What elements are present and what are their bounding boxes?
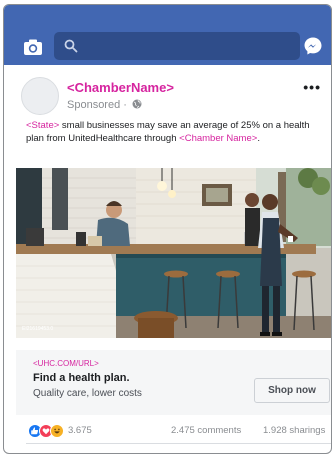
post-image[interactable]: EI21619453.0 [16,168,331,338]
messenger-icon[interactable] [303,36,323,56]
camera-icon[interactable] [23,37,43,57]
state-placeholder: <State> [26,120,60,131]
search-input[interactable] [54,32,300,60]
cta-url: <UHC.COM/URL> [33,359,99,368]
link-preview[interactable]: <UHC.COM/URL> Find a health plan. Qualit… [16,350,331,415]
cta-title: Find a health plan. [33,372,130,384]
page-name[interactable]: <ChamberName> [67,80,174,95]
more-options-button[interactable]: ••• [303,79,321,95]
avatar[interactable] [21,77,59,115]
shop-now-button[interactable]: Shop now [254,378,330,403]
sponsored-label: Sponsored [67,99,121,111]
cta-subtitle: Quality care, lower costs [33,388,142,399]
facebook-ad-mockup: <ChamberName> Sponsored · ••• <State> sm… [3,4,332,454]
comments-count[interactable]: 2.475 comments [171,425,241,436]
top-navigation-bar [4,5,331,65]
sponsored-line: Sponsored · [67,99,142,111]
search-icon [64,39,78,53]
globe-icon [132,99,142,109]
post-header: <ChamberName> Sponsored · ••• [4,65,331,115]
sponsored-separator: · [123,99,127,111]
post-text-part2: . [257,133,260,144]
post-text: <State> small businesses may save an ave… [26,119,329,145]
photo-cafe-coffee-shop: EI21619453.0 [16,168,331,338]
post-text-part1: small businesses may save an average of … [26,120,310,144]
image-code: EI21619453.0 [22,326,53,332]
reaction-count: 3.675 [68,425,92,436]
haha-icon [50,424,64,438]
sharings-count[interactable]: 1.928 sharings [263,425,325,436]
chamber-placeholder: <Chamber Name> [179,133,258,144]
divider [26,443,331,444]
